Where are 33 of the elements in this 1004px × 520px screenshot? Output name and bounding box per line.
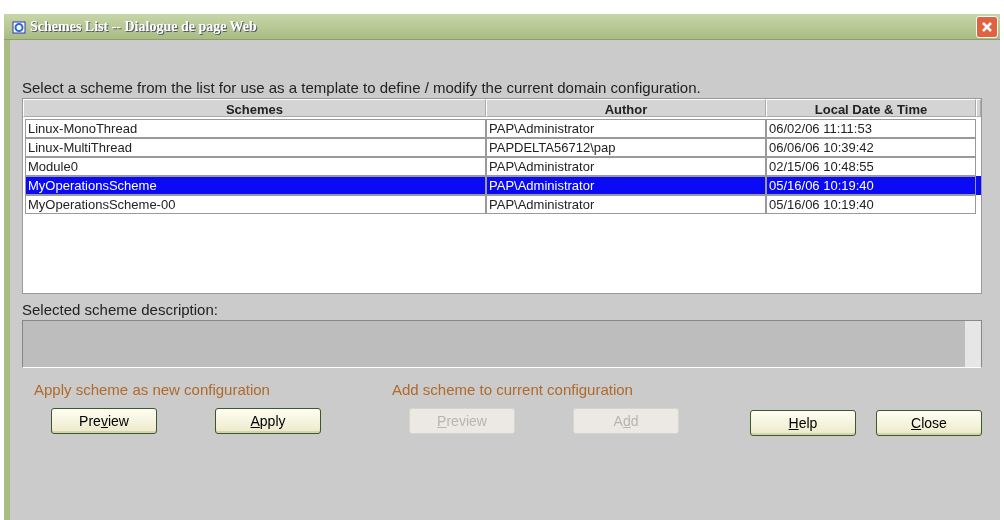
group-title: Add scheme to current configuration [392, 380, 634, 400]
table-cell: 06/02/06 11:11:53 [766, 119, 976, 138]
scrollbar[interactable] [965, 321, 981, 367]
table-cell: 05/16/06 10:19:40 [766, 176, 976, 195]
dialog-button[interactable]: Preview [51, 408, 157, 434]
dialog-button[interactable]: Help [750, 410, 856, 436]
table-cell: Linux-MonoThread [25, 119, 486, 138]
table-cell: 06/06/06 10:39:42 [766, 138, 976, 157]
column-header: Schemes [23, 99, 486, 117]
table-cell: MyOperationsScheme-00 [25, 195, 486, 214]
group-title: Apply scheme as new configuration [34, 380, 271, 400]
table-cell: Module0 [25, 157, 486, 176]
table-cell: PAP\Administrator [486, 176, 766, 195]
close-button[interactable] [976, 15, 998, 38]
table-cell: PAP\Administrator [486, 157, 766, 176]
instruction-text: Select a scheme from the list for use as a template to define / modify the current domain configuration. [22, 78, 702, 98]
window-title: Schemes List -- Dialogue de page Web [30, 18, 257, 36]
browser-icon [12, 19, 26, 34]
table-cell: Linux-MultiThread [25, 138, 486, 157]
close-icon [981, 20, 993, 33]
table-cell: MyOperationsScheme [25, 176, 486, 195]
description-field[interactable] [22, 320, 982, 368]
table-cell: PAPDELTA56712\pap [486, 138, 766, 157]
table-cell: PAP\Administrator [486, 119, 766, 138]
description-label: Selected scheme description: [22, 300, 219, 320]
column-header: Author [486, 99, 766, 117]
dialog-button[interactable]: Close [876, 410, 982, 436]
table-cell: 02/15/06 10:48:55 [766, 157, 976, 176]
table-row[interactable]: MyOperationsScheme PAP\Administrator 05/16/06 10:19:40 [25, 176, 981, 195]
dialog-button[interactable]: Apply [215, 408, 321, 434]
table-cell: 05/16/06 10:19:40 [766, 195, 976, 214]
table-cell: PAP\Administrator [486, 195, 766, 214]
column-header: Local Date & Time [766, 99, 976, 117]
